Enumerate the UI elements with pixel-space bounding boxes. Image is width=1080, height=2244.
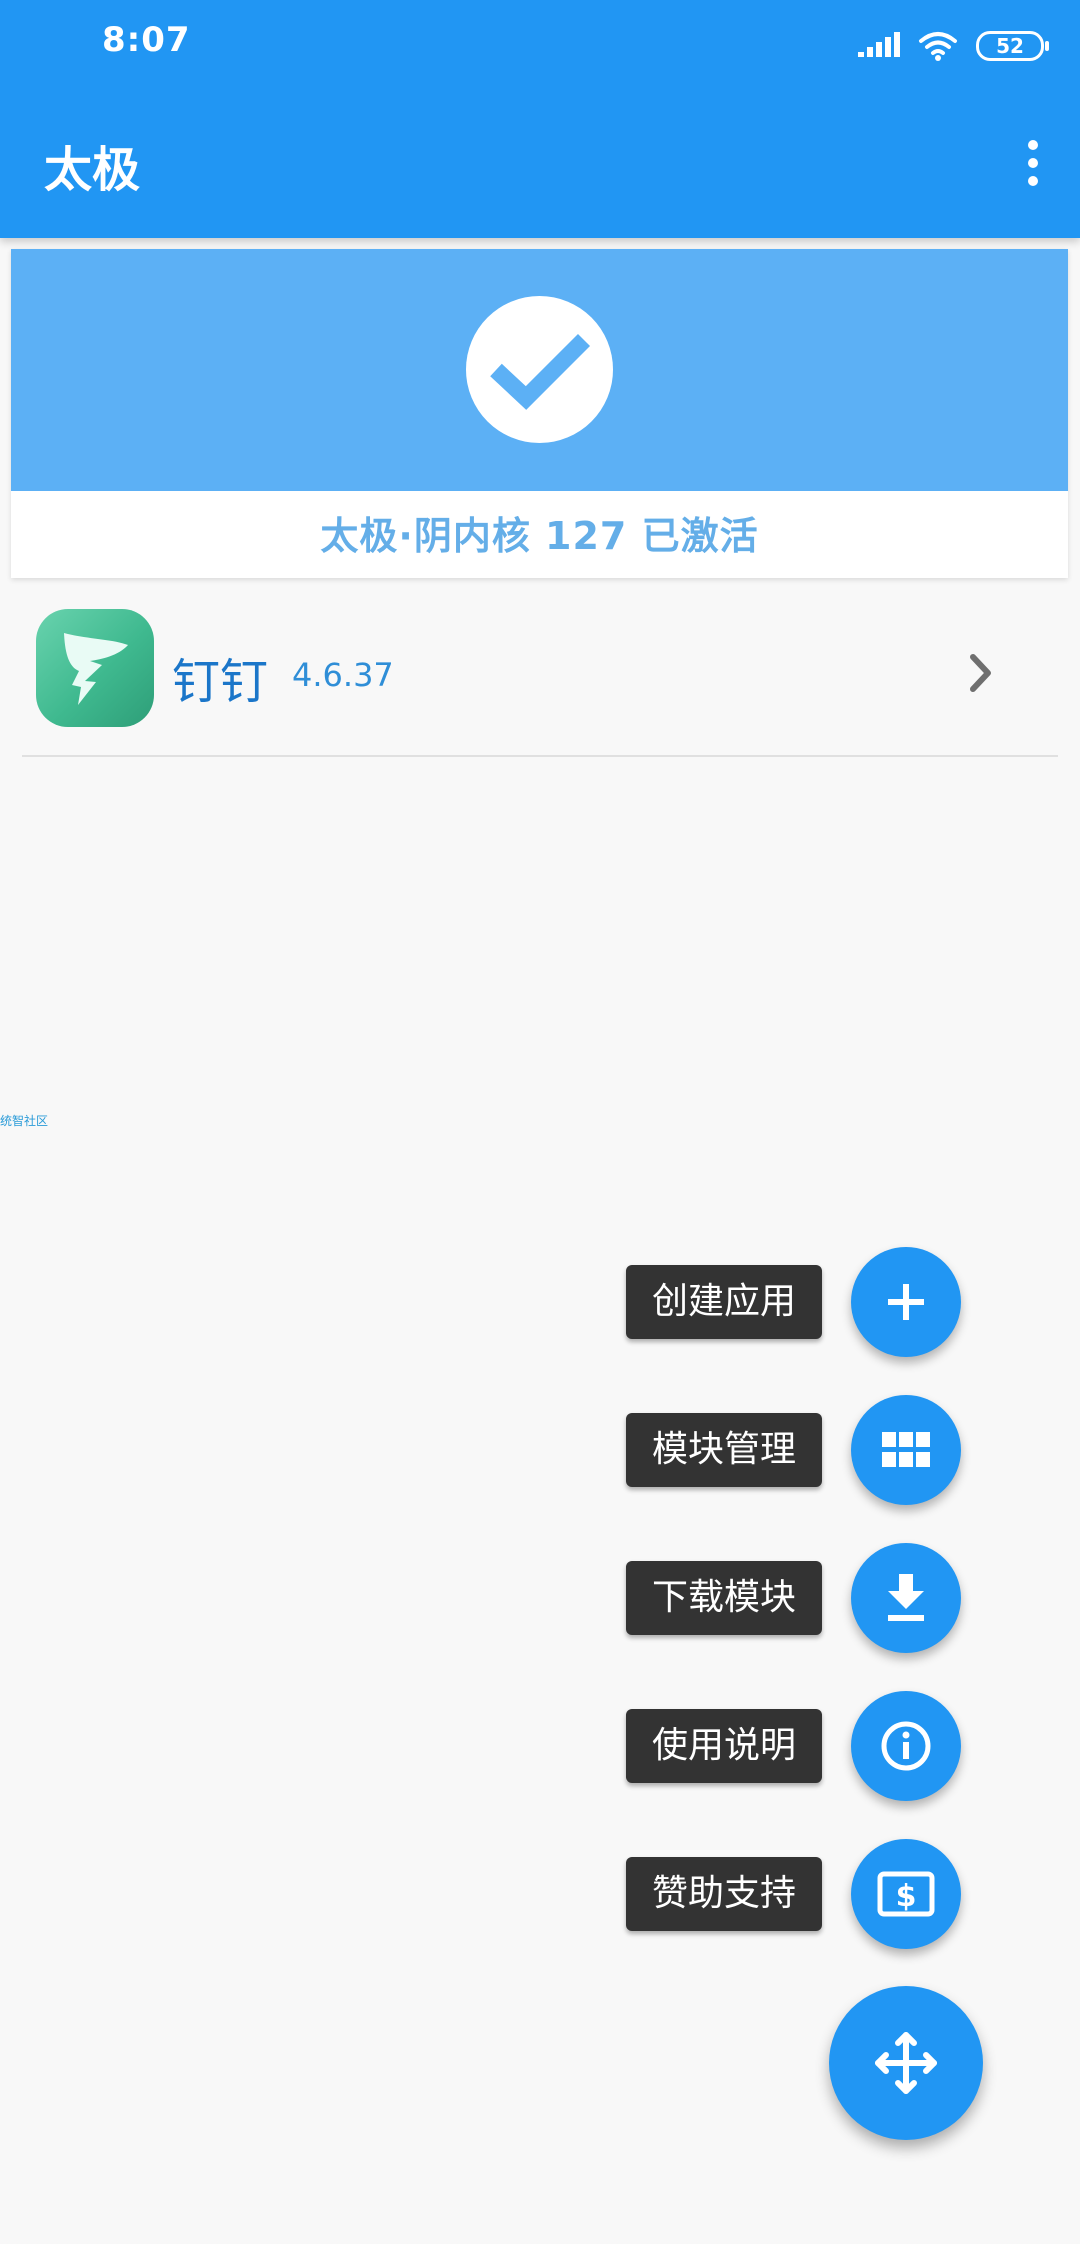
usage-guide-button[interactable] xyxy=(851,1691,961,1801)
sponsor-support-button[interactable]: $ xyxy=(851,1839,961,1949)
more-vertical-icon xyxy=(1028,140,1038,150)
move-icon xyxy=(875,2032,937,2094)
download-module-button[interactable] xyxy=(851,1543,961,1653)
module-manage-button[interactable] xyxy=(851,1395,961,1505)
svg-text:$: $ xyxy=(896,1879,917,1914)
chevron-right-icon xyxy=(970,654,991,692)
app-version: 4.6.37 xyxy=(292,656,394,694)
info-icon xyxy=(881,1721,931,1771)
status-icons: 52 xyxy=(858,26,1049,66)
create-app-action[interactable]: 创建应用 xyxy=(626,1247,962,1357)
download-icon xyxy=(888,1574,924,1621)
status-time: 8:07 xyxy=(102,20,191,60)
check-circle xyxy=(466,296,613,443)
app-bar: 8:07 52 太极 xyxy=(0,0,1080,238)
speed-dial-main-button[interactable] xyxy=(829,1986,983,2140)
grid-icon xyxy=(882,1432,930,1467)
check-icon xyxy=(489,333,590,410)
sponsor-support-action[interactable]: 赞助支持 $ xyxy=(626,1839,962,1949)
download-module-action[interactable]: 下载模块 xyxy=(626,1543,962,1653)
signal-icon xyxy=(858,32,900,57)
usage-guide-label[interactable]: 使用说明 xyxy=(626,1709,822,1783)
wifi-icon xyxy=(919,32,957,61)
donate-icon: $ xyxy=(877,1871,935,1917)
taichi-main-screen: 8:07 52 太极 太极·阴内核 127 已激活 钉钉 4.6.37 统智社区… xyxy=(0,0,1080,2244)
download-module-label[interactable]: 下载模块 xyxy=(626,1561,822,1635)
activation-status-card: 太极·阴内核 127 已激活 xyxy=(11,249,1068,578)
status-banner xyxy=(11,249,1068,491)
dingtalk-icon xyxy=(36,609,154,727)
battery-indicator: 52 xyxy=(976,31,1049,61)
create-app-label[interactable]: 创建应用 xyxy=(626,1265,822,1339)
module-manage-label[interactable]: 模块管理 xyxy=(626,1413,822,1487)
plus-icon xyxy=(888,1284,924,1320)
sponsor-support-label[interactable]: 赞助支持 xyxy=(626,1857,822,1931)
app-name: 钉钉 xyxy=(172,654,269,710)
usage-guide-action[interactable]: 使用说明 xyxy=(626,1691,962,1801)
create-app-button[interactable] xyxy=(851,1247,961,1357)
more-options-button[interactable] xyxy=(1008,133,1058,193)
watermark-text: 统智社区 xyxy=(0,1114,49,1128)
app-list-item-dingtalk[interactable]: 钉钉 4.6.37 xyxy=(22,590,1058,757)
page-title: 太极 xyxy=(44,142,141,198)
module-manage-action[interactable]: 模块管理 xyxy=(626,1395,962,1505)
activation-status-text: 太极·阴内核 127 已激活 xyxy=(320,514,759,558)
